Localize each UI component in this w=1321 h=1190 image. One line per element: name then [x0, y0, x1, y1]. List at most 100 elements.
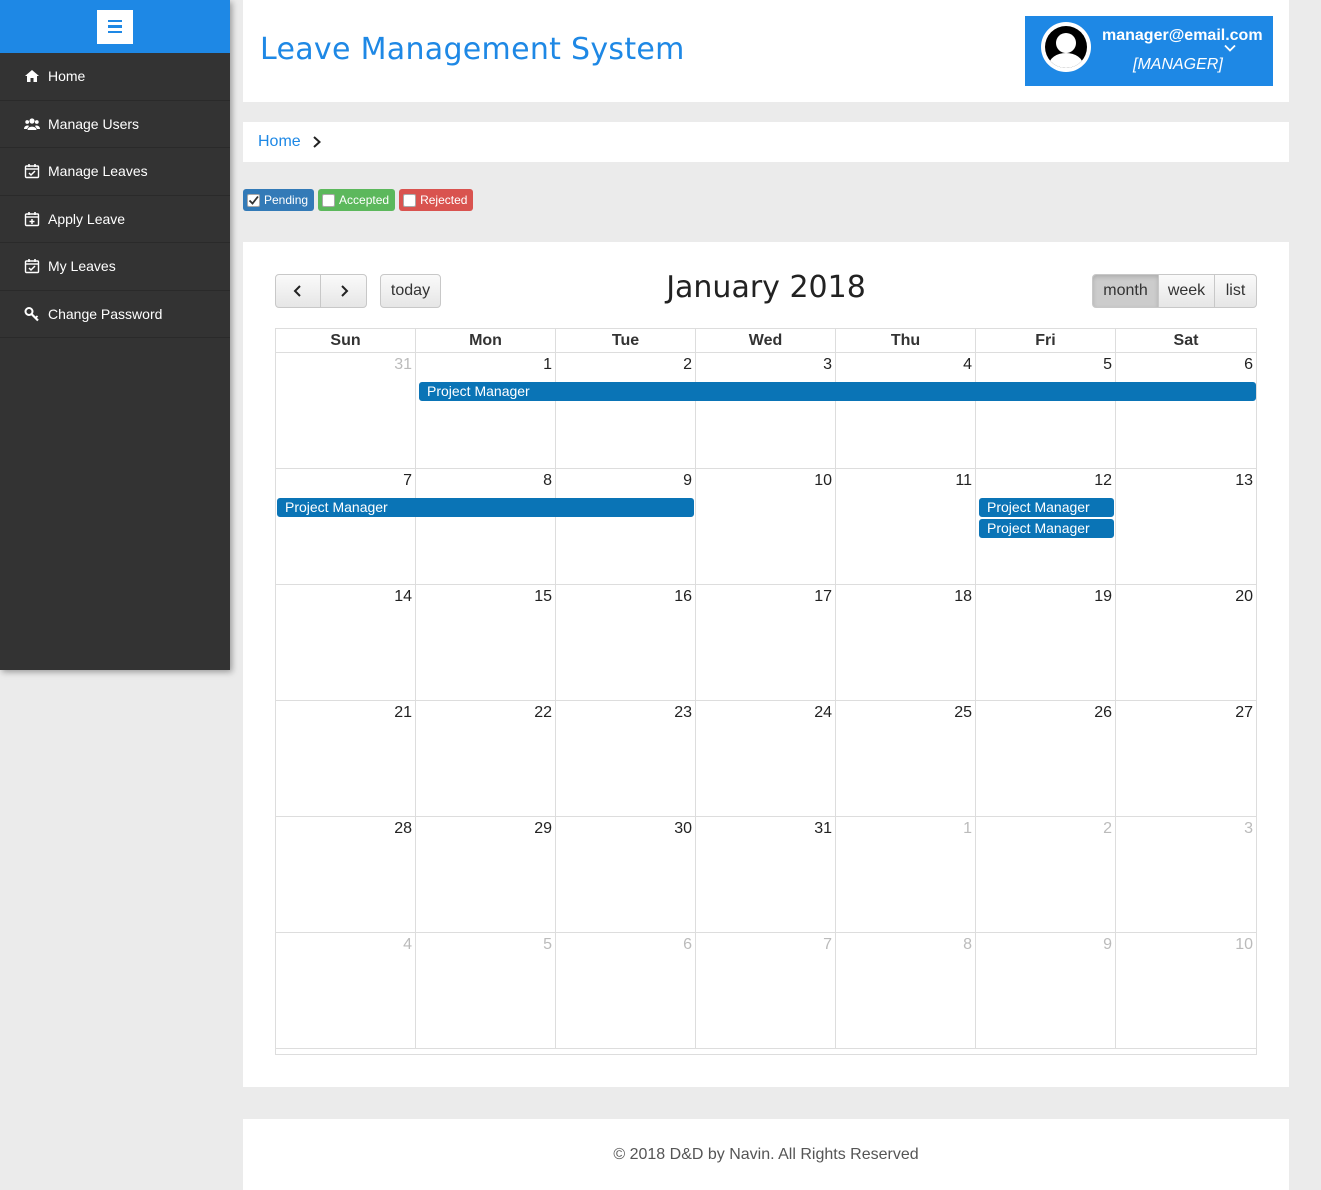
chevron-right-icon [340, 285, 348, 297]
calendar-day-cell[interactable]: 20 [1116, 585, 1256, 700]
calendar-day-cell[interactable]: 16 [556, 585, 696, 700]
calendar-day-cell[interactable]: 4 [276, 933, 416, 1048]
calendar-day-cell[interactable]: 10 [1116, 933, 1256, 1048]
calendar-day-cell[interactable]: 1 [416, 353, 556, 468]
calendar-day-cell[interactable]: 11 [836, 469, 976, 584]
calendar-day-cell[interactable]: 27 [1116, 701, 1256, 816]
calendar-day-cell[interactable]: 31 [696, 817, 836, 932]
day-number: 29 [534, 820, 552, 837]
calendar-day-cell[interactable]: 3 [696, 353, 836, 468]
calendar-day-cell[interactable]: 25 [836, 701, 976, 816]
calendar-day-cell[interactable]: 19 [976, 585, 1116, 700]
day-number: 15 [534, 588, 552, 605]
user-menu[interactable]: manager@email.com [MANAGER] [1025, 16, 1273, 86]
day-number: 16 [674, 588, 692, 605]
day-number: 5 [543, 936, 552, 953]
calendar-day-cell[interactable]: 24 [696, 701, 836, 816]
list-view-button[interactable]: list [1214, 274, 1257, 308]
avatar [1041, 22, 1091, 72]
sidebar-item-manage-leaves[interactable]: Manage Leaves [0, 148, 230, 196]
calendar-check-icon [24, 258, 40, 274]
month-view-button[interactable]: month [1092, 274, 1159, 308]
day-number: 5 [1103, 356, 1112, 373]
calendar-day-cell[interactable]: 14 [276, 585, 416, 700]
calendar-day-cell[interactable]: 3 [1116, 817, 1256, 932]
leave-event[interactable]: Project Manager [979, 519, 1114, 538]
day-number: 28 [394, 820, 412, 837]
sidebar-item-home[interactable]: Home [0, 53, 230, 101]
calendar-day-cell[interactable]: 1 [836, 817, 976, 932]
sidebar-item-apply-leave[interactable]: Apply Leave [0, 196, 230, 243]
calendar-day-cell[interactable]: 29 [416, 817, 556, 932]
calendar-day-cell[interactable]: 2 [976, 817, 1116, 932]
day-number: 7 [823, 936, 832, 953]
sidebar: Home Manage Users Manage Leaves Apply Le… [0, 0, 230, 670]
breadcrumb: Home [243, 122, 1289, 162]
calendar-day-cell[interactable]: 5 [976, 353, 1116, 468]
calendar-day-cell[interactable]: 13 [1116, 469, 1256, 584]
calendar-day-cell[interactable]: 9 [556, 469, 696, 584]
day-number: 10 [814, 472, 832, 489]
checkbox-empty-icon [322, 193, 336, 207]
prev-month-button[interactable] [275, 274, 321, 308]
calendar-day-cell[interactable]: 21 [276, 701, 416, 816]
calendar-day-cell[interactable]: 9 [976, 933, 1116, 1048]
calendar-check-icon [24, 163, 40, 179]
calendar-day-cell[interactable]: 6 [1116, 353, 1256, 468]
next-month-button[interactable] [320, 274, 367, 308]
day-number: 13 [1235, 472, 1253, 489]
users-icon [24, 116, 40, 132]
menu-toggle-button[interactable] [97, 9, 133, 44]
leave-event[interactable]: Project Manager [419, 382, 1256, 401]
chevron-down-icon [1224, 44, 1236, 52]
day-number: 4 [963, 356, 972, 373]
leave-event[interactable]: Project Manager [277, 498, 694, 517]
filter-pending[interactable]: Pending [243, 189, 315, 211]
filter-accepted[interactable]: Accepted [318, 189, 396, 211]
breadcrumb-home-link[interactable]: Home [258, 133, 301, 151]
calendar-day-cell[interactable]: 8 [416, 469, 556, 584]
week-view-button[interactable]: week [1158, 274, 1215, 308]
calendar-day-cell[interactable]: 17 [696, 585, 836, 700]
sidebar-item-manage-users[interactable]: Manage Users [0, 101, 230, 148]
day-number: 14 [394, 588, 412, 605]
day-of-week-label: Mon [416, 329, 556, 352]
leave-event[interactable]: Project Manager [979, 498, 1114, 517]
checkbox-empty-icon [403, 193, 417, 207]
today-button[interactable]: today [380, 274, 441, 308]
calendar-day-cell[interactable]: 22 [416, 701, 556, 816]
user-role: [MANAGER] [1133, 56, 1223, 73]
calendar-week-row: 14 15 16 17 18 19 20 [276, 585, 1256, 701]
sidebar-item-label: Home [48, 68, 86, 85]
day-number: 8 [543, 472, 552, 489]
calendar-week-row: 4 5 6 7 8 9 10 [276, 933, 1256, 1049]
filter-rejected[interactable]: Rejected [399, 189, 474, 211]
day-of-week-label: Wed [696, 329, 836, 352]
calendar-day-cell[interactable]: 15 [416, 585, 556, 700]
calendar-day-cell[interactable]: 4 [836, 353, 976, 468]
calendar-day-cell[interactable]: 23 [556, 701, 696, 816]
calendar-day-cell[interactable]: 26 [976, 701, 1116, 816]
day-number: 31 [394, 356, 412, 373]
day-number: 9 [1103, 936, 1112, 953]
calendar-day-cell[interactable]: 8 [836, 933, 976, 1048]
sidebar-item-my-leaves[interactable]: My Leaves [0, 243, 230, 291]
sidebar-item-change-password[interactable]: Change Password [0, 291, 230, 338]
calendar-day-cell[interactable]: 28 [276, 817, 416, 932]
calendar-day-cell[interactable]: 30 [556, 817, 696, 932]
calendar-day-cell[interactable]: 7 [276, 469, 416, 584]
day-number: 7 [403, 472, 412, 489]
calendar-day-cell[interactable]: 10 [696, 469, 836, 584]
calendar-day-cell[interactable]: 2 [556, 353, 696, 468]
filter-label: Pending [264, 193, 309, 207]
calendar-day-cell[interactable]: 7 [696, 933, 836, 1048]
calendar-day-cell[interactable]: 5 [416, 933, 556, 1048]
day-of-week-label: Sat [1173, 332, 1199, 349]
calendar-day-cell[interactable]: 31 [276, 353, 416, 468]
day-number: 17 [814, 588, 832, 605]
calendar-day-cell[interactable]: 18 [836, 585, 976, 700]
chevron-left-icon [293, 285, 301, 297]
day-number: 1 [543, 356, 552, 373]
day-number: 21 [394, 704, 412, 721]
calendar-day-cell[interactable]: 6 [556, 933, 696, 1048]
